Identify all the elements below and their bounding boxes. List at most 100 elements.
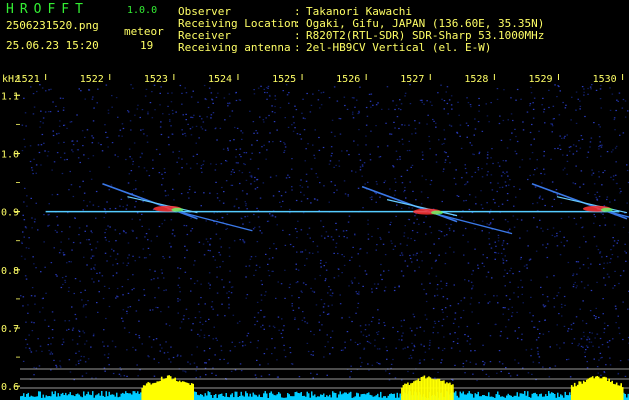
level-peak bbox=[446, 382, 448, 400]
level-peak bbox=[573, 382, 576, 400]
level-peak bbox=[162, 379, 164, 400]
level-peak bbox=[422, 376, 424, 400]
level-peak bbox=[148, 382, 151, 400]
level-peak bbox=[163, 378, 166, 400]
level-peak bbox=[599, 378, 601, 400]
level-peak bbox=[190, 383, 193, 400]
level-peak bbox=[570, 385, 573, 400]
level-peak bbox=[153, 382, 155, 400]
y-tick-label-1.1: 1.1 bbox=[1, 91, 19, 102]
x-tick-label-1526: 1526 bbox=[336, 74, 360, 85]
level-peak bbox=[432, 379, 435, 400]
level-peak bbox=[438, 378, 441, 400]
app-logo: HROFFT bbox=[6, 2, 89, 17]
level-peak bbox=[142, 385, 145, 400]
level-peak bbox=[575, 386, 577, 400]
level-peak bbox=[621, 387, 624, 400]
level-peak bbox=[189, 385, 191, 400]
level-peak bbox=[603, 376, 606, 400]
antenna-sep: : bbox=[294, 41, 301, 54]
level-peak bbox=[184, 382, 187, 400]
level-peak bbox=[411, 382, 414, 400]
level-peak bbox=[401, 387, 403, 400]
level-peak bbox=[145, 383, 148, 400]
level-peak bbox=[169, 376, 172, 400]
level-peak bbox=[435, 379, 438, 400]
level-peak bbox=[596, 376, 598, 400]
version-label: 1.0.0 bbox=[127, 5, 158, 16]
antenna-value: 2el-HB9CV Vertical (el. E-W) bbox=[306, 41, 492, 54]
x-tick-label-1523: 1523 bbox=[144, 74, 168, 85]
level-peak bbox=[147, 382, 149, 400]
x-tick-label-1528: 1528 bbox=[464, 74, 488, 85]
level-peak bbox=[154, 382, 157, 400]
antenna-label: Receiving antenna bbox=[178, 41, 291, 54]
level-peak bbox=[620, 383, 622, 400]
x-tick-label-1525: 1525 bbox=[272, 74, 296, 85]
event-label: meteor bbox=[124, 25, 164, 38]
plot-background bbox=[0, 72, 629, 400]
level-peak bbox=[612, 383, 615, 400]
y-tick-label-0.6: 0.6 bbox=[1, 382, 19, 393]
x-tick-label-1522: 1522 bbox=[80, 74, 104, 85]
level-peak bbox=[181, 381, 184, 400]
level-peak bbox=[447, 383, 450, 400]
level-peak bbox=[584, 382, 586, 400]
level-peak bbox=[618, 385, 621, 400]
y-tick-label-1.0: 1.0 bbox=[1, 149, 19, 160]
level-peak bbox=[171, 379, 173, 400]
meteor-echo-halo bbox=[431, 210, 444, 215]
level-peak bbox=[165, 378, 167, 400]
level-peak bbox=[150, 384, 152, 400]
level-peak bbox=[166, 375, 169, 400]
level-peak bbox=[581, 383, 583, 400]
level-peak bbox=[160, 376, 163, 400]
level-peak bbox=[582, 380, 585, 400]
y-tick-label-0.7: 0.7 bbox=[1, 324, 19, 335]
header-panel: HROFFT 1.0.0 2506231520.png 25.06.23 15:… bbox=[0, 0, 629, 72]
level-peak bbox=[605, 377, 607, 400]
level-peak bbox=[440, 380, 442, 400]
level-peak bbox=[579, 381, 582, 400]
level-peak bbox=[597, 376, 600, 400]
level-peak bbox=[426, 377, 429, 400]
level-peak bbox=[600, 378, 603, 400]
level-peak bbox=[144, 385, 146, 400]
level-peak bbox=[414, 380, 417, 400]
level-peak bbox=[591, 376, 594, 400]
level-peak bbox=[413, 381, 415, 400]
level-peak bbox=[606, 380, 609, 400]
level-peak bbox=[587, 378, 589, 400]
level-peak bbox=[141, 387, 143, 400]
level-peak bbox=[615, 382, 618, 400]
level-peak bbox=[590, 377, 592, 400]
level-peak bbox=[608, 378, 610, 400]
level-peak bbox=[178, 380, 181, 400]
spectrogram-panel: kHz 1521 1522 1523 1524 1525 1526 1527 1528 1529 1… bbox=[0, 72, 629, 400]
timestamp: 25.06.23 15:20 bbox=[6, 39, 99, 52]
level-peak bbox=[611, 380, 613, 400]
x-tick-label-1530: 1530 bbox=[593, 74, 617, 85]
level-peak bbox=[602, 376, 604, 400]
level-peak bbox=[441, 380, 444, 400]
level-peak bbox=[410, 383, 412, 400]
level-peak bbox=[594, 376, 597, 400]
level-peak bbox=[405, 383, 408, 400]
level-peak bbox=[157, 381, 160, 400]
level-peak bbox=[429, 377, 432, 400]
x-tick-label-1529: 1529 bbox=[528, 74, 552, 85]
level-peak bbox=[407, 382, 409, 400]
level-peak bbox=[609, 382, 612, 400]
y-tick-label-0.9: 0.9 bbox=[1, 208, 19, 219]
level-peak bbox=[416, 380, 418, 400]
level-peak bbox=[180, 382, 182, 400]
meteor-echo-halo bbox=[600, 207, 613, 212]
spectrogram: kHz1521 1522 1523 1524 1525 1526 1527 1528 1529 1… bbox=[0, 72, 629, 400]
level-peak bbox=[431, 378, 433, 400]
level-peak bbox=[151, 383, 154, 400]
level-peak bbox=[452, 384, 454, 400]
y-tick-label-0.8: 0.8 bbox=[1, 266, 19, 277]
level-peak bbox=[404, 383, 406, 400]
level-peak bbox=[449, 382, 451, 400]
file-name: 2506231520.png bbox=[6, 19, 99, 32]
